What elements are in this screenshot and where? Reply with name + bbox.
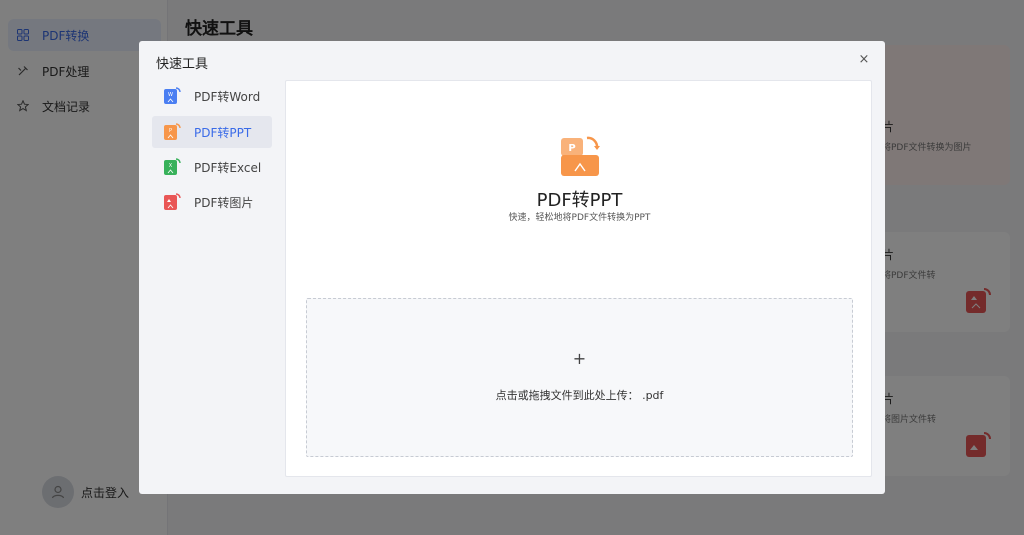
modal-title: 快速工具 [156, 57, 209, 72]
tool-label: PDF转图片 [194, 195, 254, 210]
svg-text:P: P [169, 128, 172, 134]
tool-panel: P PDF转PPT 快速，轻松地将PDF文件转换为PPT + 点击或拖拽文件到此… [285, 80, 872, 477]
pdf-to-word-icon: W [164, 87, 181, 104]
tool-label: PDF转PPT [194, 125, 252, 140]
upload-dropzone[interactable]: + 点击或拖拽文件到此处上传： .pdf [306, 298, 853, 457]
pdf-to-ppt-icon: P [164, 123, 181, 140]
tool-label: PDF转Excel [194, 160, 262, 175]
hero-title: PDF转PPT [536, 190, 623, 211]
upload-hint: 点击或拖拽文件到此处上传： .pdf [495, 389, 664, 402]
tool-pdf-to-ppt[interactable]: P PDF转PPT [152, 116, 272, 148]
svg-text:W: W [168, 92, 173, 98]
plus-icon: + [572, 349, 587, 368]
svg-text:X: X [169, 163, 173, 169]
quick-tools-modal: 快速工具 × W PDF转Word P PDF转PPT X PDF转Excel … [139, 41, 885, 494]
svg-text:P: P [568, 143, 575, 154]
tool-pdf-to-image[interactable]: PDF转图片 [152, 186, 272, 218]
pdf-to-excel-icon: X [164, 158, 181, 175]
tool-label: PDF转Word [194, 89, 261, 104]
pdf-to-ppt-hero-icon: P [561, 136, 600, 176]
hero-subtitle: 快速，轻松地将PDF文件转换为PPT [508, 213, 651, 223]
tool-pdf-to-excel[interactable]: X PDF转Excel [152, 151, 272, 183]
close-icon[interactable]: × [856, 52, 872, 68]
pdf-to-image-icon [164, 193, 181, 210]
tool-pdf-to-word[interactable]: W PDF转Word [152, 80, 272, 112]
